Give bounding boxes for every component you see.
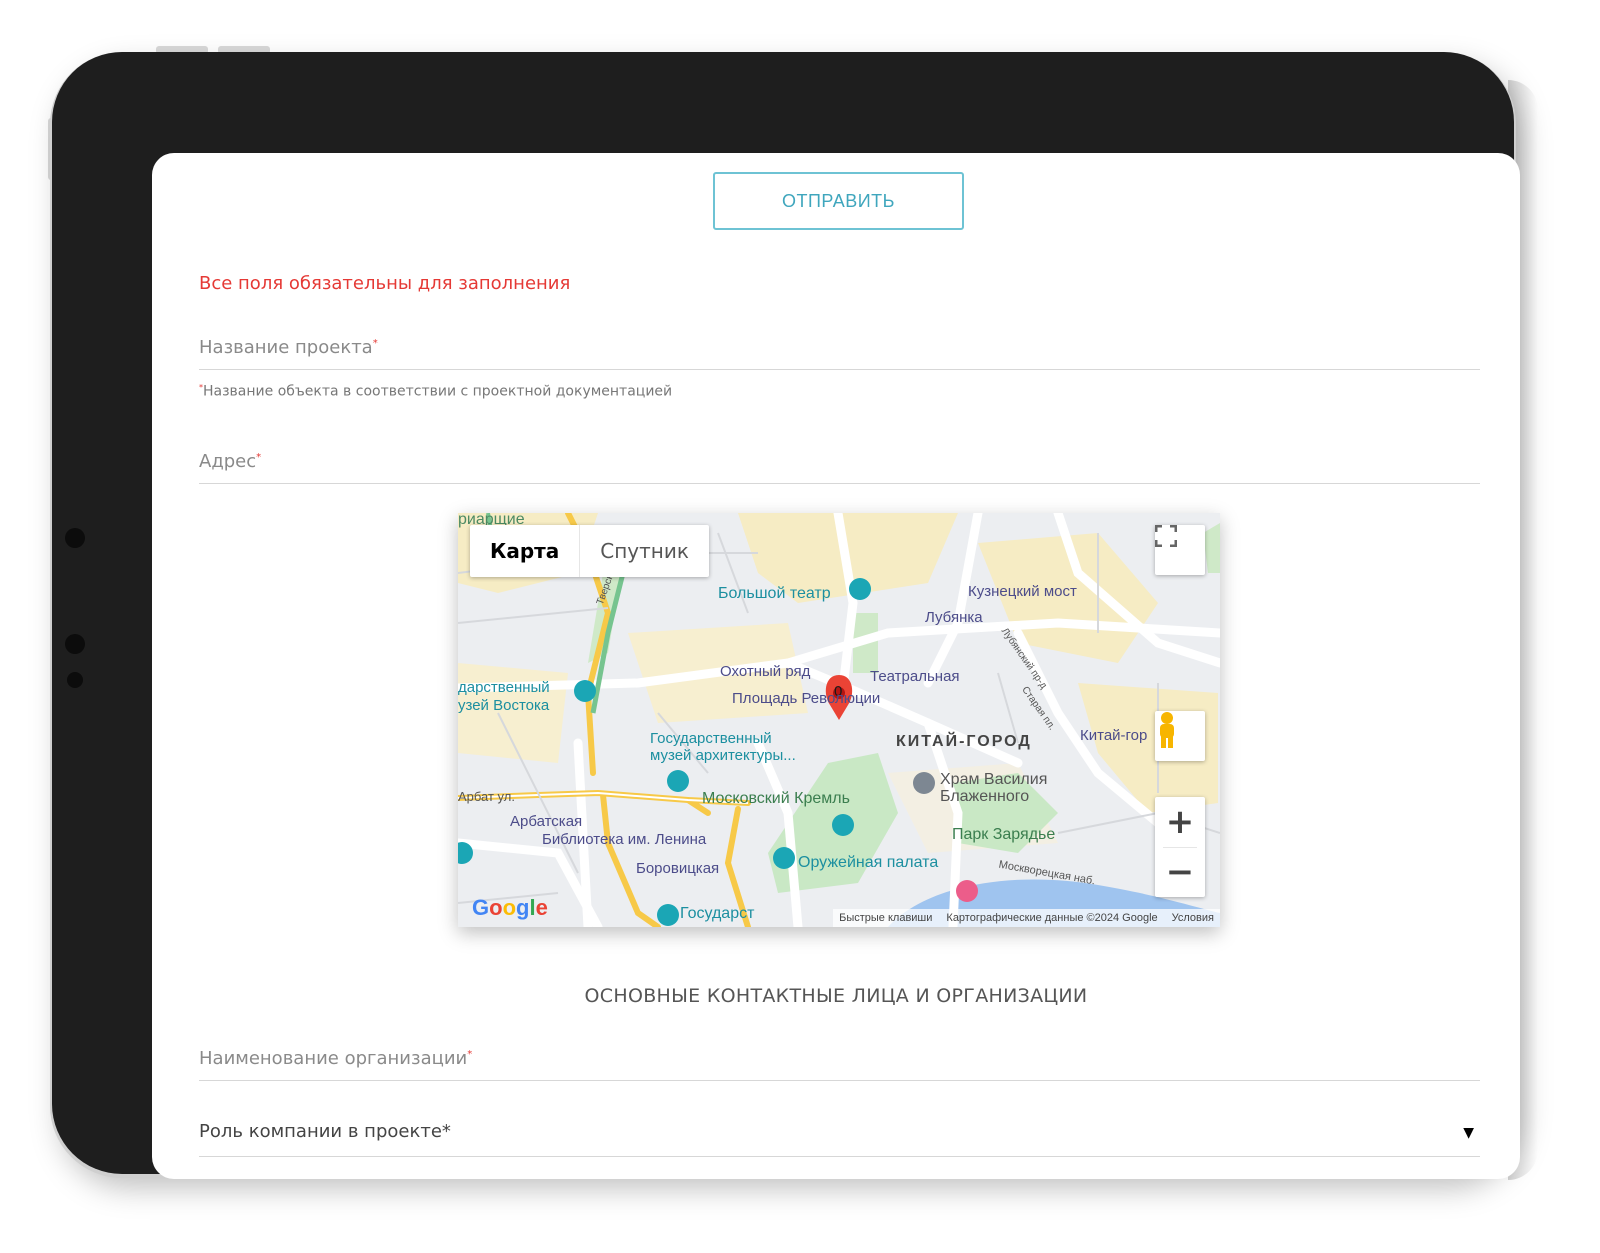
address-field[interactable]: Адрес*	[199, 451, 1480, 484]
project-name-label: Название проекта*	[199, 337, 378, 358]
company-role-select[interactable]: Роль компании в проекте* ▼	[199, 1121, 1480, 1157]
terms-link[interactable]: Условия	[1172, 912, 1214, 924]
zoom-controls: + −	[1155, 797, 1205, 897]
company-role-label: Роль компании в проекте*	[199, 1121, 451, 1142]
map-label: Площадь Революции	[732, 690, 881, 707]
required-fields-note: Все поля обязательны для заполнения	[199, 273, 571, 294]
map-label: музей архитектуры...	[650, 747, 796, 764]
camera-dot	[65, 528, 85, 548]
tablet-frame: ОТПРАВИТЬ Все поля обязательны для запол…	[52, 52, 1520, 1179]
map-label: Охотный ряд	[720, 663, 811, 680]
map-label: Библиотека им. Ленина	[542, 831, 707, 848]
organization-name-label: Наименование организации*	[199, 1048, 473, 1069]
map-label: Блаженного	[940, 788, 1030, 805]
map-label: Боровицкая	[636, 860, 720, 877]
map-label: Театральная	[870, 668, 960, 685]
camera-dot	[67, 672, 83, 688]
map-label: дарственный	[458, 679, 550, 696]
google-logo: Google	[472, 895, 548, 920]
map-label: КИТАЙ-ГОРОД	[896, 733, 1032, 750]
organization-name-field[interactable]: Наименование организации*	[199, 1048, 1480, 1081]
map[interactable]: 0 риарщие Большой театр Кузнецкий мост Л…	[458, 513, 1220, 927]
map-label: Оружейная палата	[798, 854, 939, 871]
map-label: Лубянка	[925, 609, 983, 626]
map-label: Храм Василия	[940, 771, 1048, 788]
map-label: Арбатская	[510, 813, 583, 830]
map-label: Парк Зарядье	[952, 826, 1056, 843]
map-label: Московский Кремль	[702, 790, 850, 807]
map-label: Китай-гор	[1080, 727, 1148, 744]
keyboard-shortcuts-link[interactable]: Быстрые клавиши	[839, 912, 932, 924]
zoom-out-button[interactable]: −	[1155, 847, 1205, 897]
fullscreen-button[interactable]	[1155, 525, 1205, 575]
chevron-down-icon: ▼	[1463, 1125, 1474, 1141]
pegman-icon	[1160, 712, 1174, 748]
screen: ОТПРАВИТЬ Все поля обязательны для запол…	[152, 153, 1520, 1179]
map-type-map-button[interactable]: Карта	[470, 525, 581, 577]
map-type-satellite-button[interactable]: Спутник	[580, 525, 709, 577]
map-data-credit: Картографические данные ©2024 Google	[946, 912, 1158, 924]
map-label: Государственный	[650, 730, 772, 747]
map-label: Арбат ул.	[458, 789, 515, 804]
map-attribution: Быстрые клавиши Картографические данные …	[833, 909, 1220, 927]
map-label: узей Востока	[458, 697, 550, 714]
submit-button[interactable]: ОТПРАВИТЬ	[713, 172, 964, 230]
map-label: Большой театр	[718, 585, 831, 602]
street-view-button[interactable]	[1155, 711, 1205, 761]
project-name-field[interactable]: Название проекта*	[199, 337, 1480, 370]
address-label: Адрес*	[199, 451, 262, 472]
camera-dot	[65, 634, 85, 654]
map-type-toggle: Карта Спутник	[470, 525, 709, 577]
project-name-hint: *Название объекта в соответствии с проек…	[199, 383, 673, 400]
map-label: Государст	[680, 905, 755, 922]
zoom-in-button[interactable]: +	[1155, 797, 1205, 847]
fullscreen-icon	[1155, 525, 1177, 547]
map-label: Кузнецкий мост	[968, 583, 1077, 600]
contacts-section-title: ОСНОВНЫЕ КОНТАКТНЫЕ ЛИЦА И ОРГАНИЗАЦИИ	[584, 985, 1088, 1007]
